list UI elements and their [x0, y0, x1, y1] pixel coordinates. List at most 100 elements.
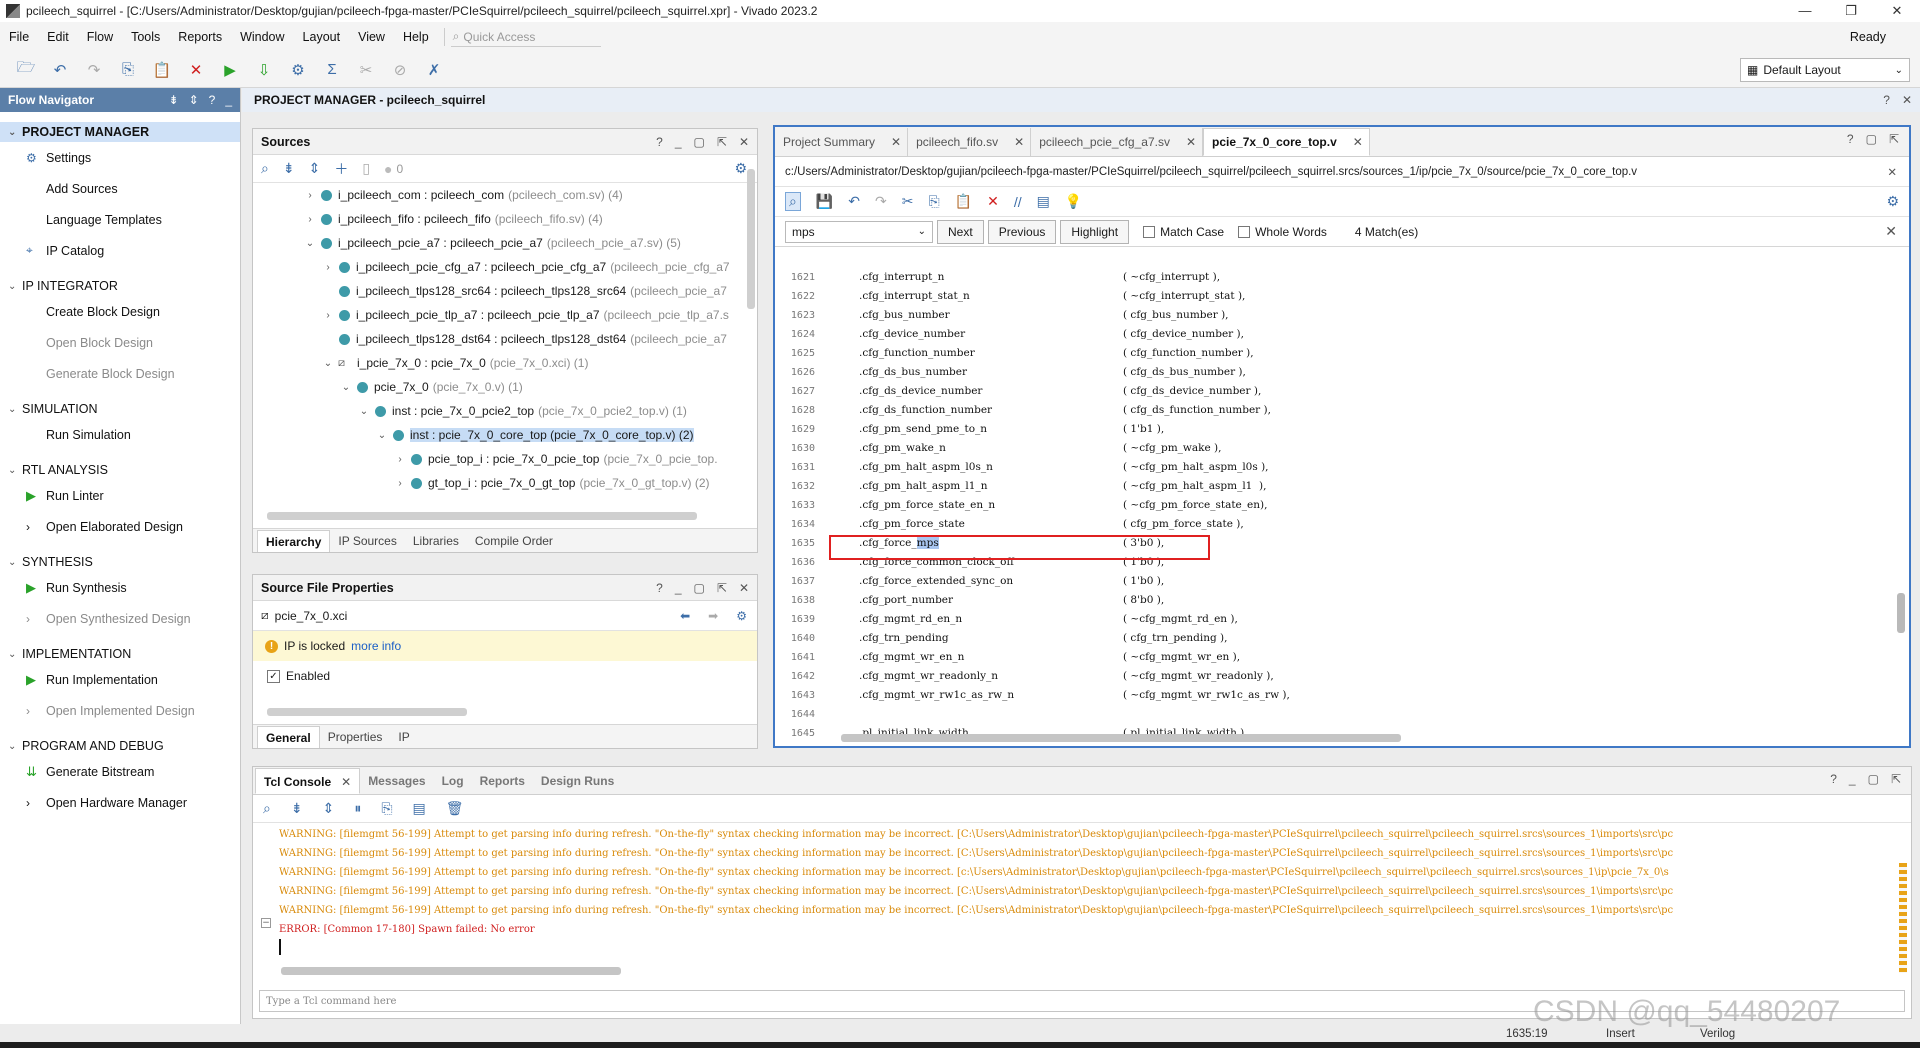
flow-item[interactable]: Generate Block Design: [0, 358, 240, 389]
minimize-panel-icon[interactable]: _: [675, 135, 682, 149]
restore-panel-icon[interactable]: ▢: [694, 581, 705, 595]
minimize-panel-icon[interactable]: _: [1849, 772, 1856, 786]
close-icon[interactable]: ✕: [739, 581, 749, 595]
sigma-icon[interactable]: Σ: [322, 60, 342, 80]
gear-icon[interactable]: ⚙: [1886, 193, 1899, 210]
help-icon[interactable]: ?: [209, 93, 216, 107]
match-case-option[interactable]: Match Case: [1143, 225, 1224, 239]
tree-row[interactable]: ⌄ inst : pcie_7x_0_core_top (pcie_7x_0_co…: [253, 423, 757, 447]
flow-item[interactable]: Open Block Design: [0, 327, 240, 358]
editor-vertical-scrollbar[interactable]: [1897, 268, 1905, 736]
flow-section-header[interactable]: ⌄ IP INTEGRATOR: [0, 276, 240, 296]
flow-item[interactable]: › Open Hardware Manager: [0, 787, 240, 818]
close-window-button[interactable]: ✕: [1874, 0, 1920, 22]
tab-ip[interactable]: IP: [390, 726, 417, 748]
undo-icon[interactable]: ↶: [848, 193, 860, 210]
code-area[interactable]: 1621 .cfg_interrupt_n( ~cfg_interrupt ), 1…: [775, 268, 1891, 736]
chevron-down-icon[interactable]: ⌄: [8, 741, 22, 752]
comment-icon[interactable]: //: [1014, 194, 1022, 210]
restore-panel-icon[interactable]: ▢: [694, 135, 705, 149]
whole-words-option[interactable]: Whole Words: [1238, 225, 1327, 239]
chevron-down-icon[interactable]: ⌄: [918, 226, 926, 237]
expand-all-icon[interactable]: ⇕: [189, 93, 199, 107]
tree-row[interactable]: i_pcileech_tlps128_src64 : pcileech_tlps…: [253, 279, 757, 303]
tab-design-runs[interactable]: Design Runs: [533, 768, 622, 794]
flow-section-header[interactable]: ⌄ PROJECT MANAGER: [0, 122, 240, 142]
tree-row[interactable]: › i_pcileech_com : pcileech_com (pcileech_…: [253, 183, 757, 207]
flow-item[interactable]: ▶ Run Synthesis: [0, 572, 240, 603]
highlight-button[interactable]: Highlight: [1060, 219, 1130, 244]
float-panel-icon[interactable]: ⇱: [1891, 772, 1901, 786]
fold-toggle-icon[interactable]: −: [261, 918, 271, 928]
close-icon[interactable]: ✕: [739, 135, 749, 149]
tab-hierarchy[interactable]: Hierarchy: [257, 530, 331, 552]
run-icon[interactable]: ▶: [220, 60, 240, 80]
more-info-link[interactable]: more info: [351, 639, 401, 653]
flow-item[interactable]: › Open Synthesized Design: [0, 603, 240, 634]
close-icon[interactable]: ✕: [1887, 165, 1909, 179]
collapse-all-icon[interactable]: ⇟: [283, 160, 295, 177]
help-icon[interactable]: ?: [656, 581, 663, 595]
chevron-right-icon[interactable]: ›: [393, 478, 407, 489]
back-arrow-icon[interactable]: ⬅: [680, 609, 690, 623]
menu-help[interactable]: Help: [394, 30, 438, 44]
document-icon[interactable]: ▯: [362, 160, 370, 177]
tab-ip-sources[interactable]: IP Sources: [330, 530, 404, 552]
redo-icon[interactable]: ↷: [875, 193, 887, 210]
chevron-down-icon[interactable]: ⌄: [8, 281, 22, 292]
chevron-down-icon[interactable]: ⌄: [8, 127, 22, 138]
help-icon[interactable]: ?: [656, 135, 663, 149]
cut-icon[interactable]: ✂: [902, 193, 914, 210]
close-tab-icon[interactable]: ✕: [1186, 135, 1196, 149]
flow-section-header[interactable]: ⌄ PROGRAM AND DEBUG: [0, 736, 240, 756]
chevron-right-icon[interactable]: ›: [321, 262, 335, 273]
menu-tools[interactable]: Tools: [122, 30, 169, 44]
lightbulb-icon[interactable]: 💡: [1065, 193, 1082, 210]
close-icon[interactable]: ✕: [1902, 93, 1912, 107]
gear-icon[interactable]: ⚙: [734, 160, 747, 177]
debug-icon[interactable]: ✂: [356, 60, 376, 80]
search-icon[interactable]: ⌕: [785, 192, 801, 211]
insert-template-icon[interactable]: ▤: [1037, 193, 1050, 210]
tab-properties[interactable]: Properties: [320, 726, 391, 748]
tab-general[interactable]: General: [257, 726, 320, 748]
close-find-icon[interactable]: ✕: [1885, 223, 1897, 240]
chevron-down-icon[interactable]: ⌄: [8, 649, 22, 660]
flow-item[interactable]: › Open Implemented Design: [0, 695, 240, 726]
flow-item[interactable]: ▶ Run Linter: [0, 480, 240, 511]
console-horizontal-scrollbar[interactable]: [281, 967, 621, 975]
menu-flow[interactable]: Flow: [78, 30, 122, 44]
sources-vertical-scrollbar[interactable]: [747, 169, 755, 309]
flow-item[interactable]: ▶ Run Implementation: [0, 664, 240, 695]
save-icon[interactable]: 💾: [816, 193, 833, 210]
float-panel-icon[interactable]: ⇱: [717, 135, 727, 149]
flow-item[interactable]: Add Sources: [0, 173, 240, 204]
redo-icon[interactable]: ↷: [84, 60, 104, 80]
collapse-all-icon[interactable]: ⇟: [169, 93, 179, 107]
chevron-right-icon[interactable]: ›: [303, 190, 317, 201]
float-panel-icon[interactable]: ⇱: [717, 581, 727, 595]
chevron-down-icon[interactable]: ⌄: [339, 382, 353, 393]
tab-compile-order[interactable]: Compile Order: [467, 530, 561, 552]
restore-panel-icon[interactable]: ▢: [1866, 132, 1877, 146]
tab-libraries[interactable]: Libraries: [405, 530, 467, 552]
copy-icon[interactable]: ⎘: [928, 193, 939, 210]
tree-row[interactable]: ⌄ ⧄ i_pcie_7x_0 : pcie_7x_0 (pcie_7x_0.xci)…: [253, 351, 757, 375]
help-icon[interactable]: ?: [1847, 132, 1854, 146]
tab-pcileech-pcie-cfg-a7[interactable]: pcileech_pcie_cfg_a7.sv ✕: [1031, 128, 1204, 156]
menu-file[interactable]: File: [0, 30, 38, 44]
delete-icon[interactable]: ✕: [987, 193, 999, 210]
tree-row[interactable]: › i_pcileech_pcie_cfg_a7 : pcileech_pcie_…: [253, 255, 757, 279]
chevron-right-icon[interactable]: ›: [393, 454, 407, 465]
whole-words-checkbox[interactable]: [1238, 225, 1251, 238]
menu-window[interactable]: Window: [231, 30, 293, 44]
chevron-down-icon[interactable]: ⌄: [321, 358, 335, 369]
tab-tcl-console[interactable]: Tcl Console ✕: [255, 768, 361, 794]
expand-all-icon[interactable]: ⇕: [309, 160, 321, 177]
minimize-panel-icon[interactable]: _: [225, 93, 232, 107]
tree-row[interactable]: ⌄ pcie_7x_0 (pcie_7x_0.v) (1): [253, 375, 757, 399]
menu-reports[interactable]: Reports: [169, 30, 231, 44]
flow-section-header[interactable]: ⌄ IMPLEMENTATION: [0, 644, 240, 664]
find-input[interactable]: mps ⌄: [785, 220, 933, 243]
close-tab-icon[interactable]: ✕: [1014, 135, 1024, 149]
